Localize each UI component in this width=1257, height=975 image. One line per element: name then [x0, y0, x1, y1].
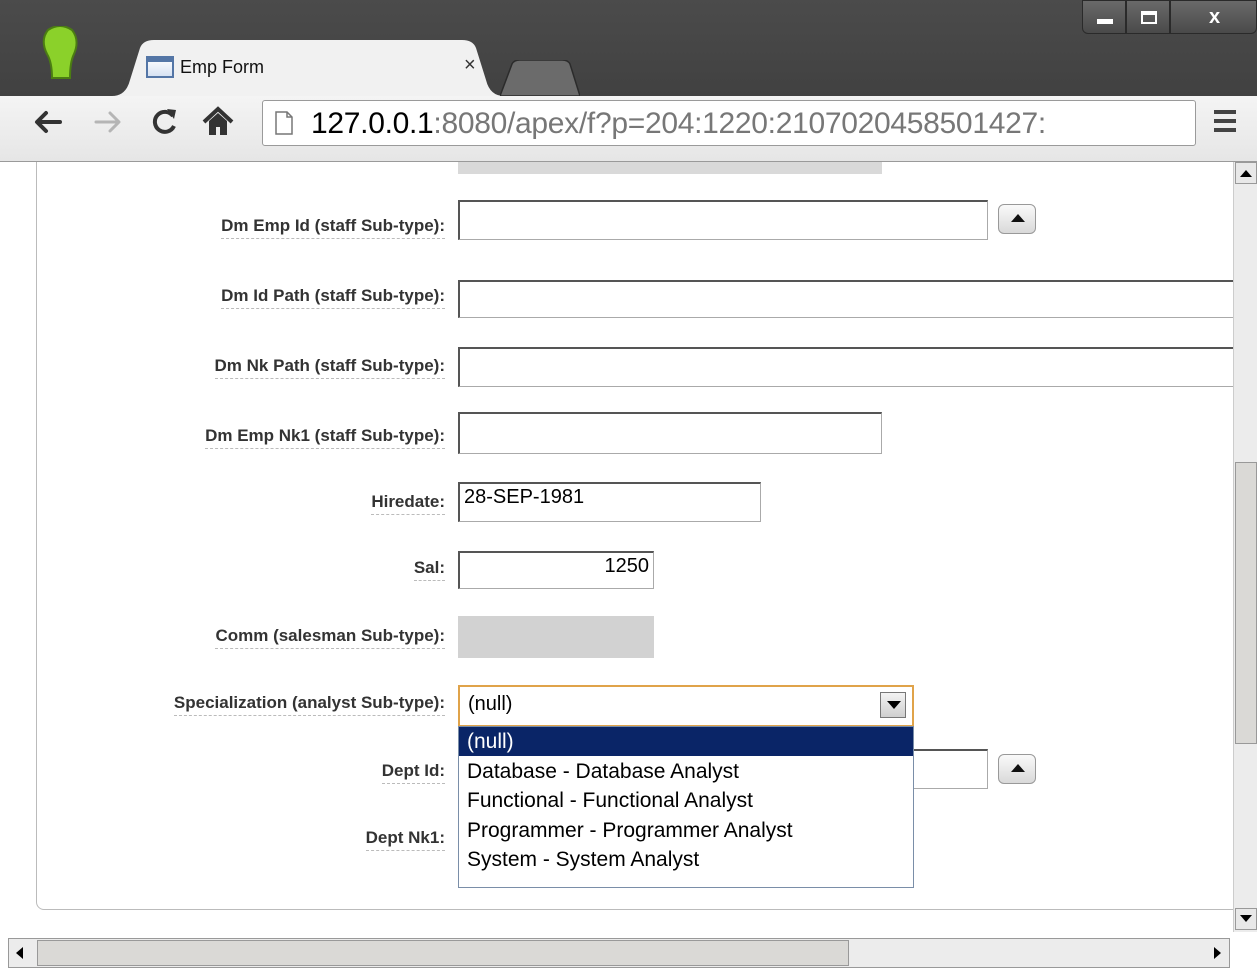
dropdown-option[interactable]: Functional - Functional Analyst	[459, 786, 913, 815]
cut-off-field	[458, 162, 882, 174]
minimize-button[interactable]	[1082, 0, 1126, 34]
scroll-down-button[interactable]	[1235, 908, 1257, 930]
close-window-button[interactable]: x	[1170, 0, 1257, 34]
scroll-left-button[interactable]	[10, 942, 30, 964]
scroll-up-icon	[1240, 170, 1252, 177]
menu-icon[interactable]	[1210, 108, 1240, 136]
page-viewport: Dm Emp Id (staff Sub-type): Dm Id Path (…	[0, 162, 1233, 932]
comm-input	[458, 616, 654, 658]
horizontal-scroll-thumb[interactable]	[37, 940, 849, 966]
dm-emp-id-label: Dm Emp Id (staff Sub-type):	[221, 216, 445, 239]
dropdown-option[interactable]: System - System Analyst	[459, 845, 913, 874]
specialization-dropdown-list: (null) Database - Database Analyst Funct…	[458, 726, 914, 888]
minimize-icon	[1097, 19, 1113, 24]
tab-title: Emp Form	[180, 57, 265, 77]
hiredate-input[interactable]: 28-SEP-1981	[458, 482, 761, 522]
url-text: 127.0.0.1:8080/apex/f?p=204:1220:2107020…	[311, 107, 1046, 141]
browser-toolbar: 127.0.0.1:8080/apex/f?p=204:1220:2107020…	[0, 96, 1257, 162]
chevron-down-icon[interactable]	[880, 692, 906, 718]
vertical-scrollbar[interactable]	[1233, 162, 1257, 932]
dm-emp-nk1-label: Dm Emp Nk1 (staff Sub-type):	[205, 426, 445, 449]
page-icon	[275, 111, 293, 135]
address-bar[interactable]: 127.0.0.1:8080/apex/f?p=204:1220:2107020…	[262, 100, 1196, 146]
window-favicon-icon	[146, 56, 174, 78]
popup-arrow-icon	[1011, 764, 1025, 772]
scroll-right-button[interactable]	[1207, 942, 1227, 964]
home-icon[interactable]	[200, 104, 236, 140]
specialization-label: Specialization (analyst Sub-type):	[173, 693, 445, 716]
dropdown-option[interactable]: (null)	[459, 727, 913, 756]
tab-close-icon[interactable]: ×	[464, 54, 476, 77]
horizontal-scroll-track[interactable]	[8, 938, 1230, 968]
dm-id-path-input[interactable]	[458, 280, 1233, 318]
scroll-right-icon	[1214, 947, 1221, 959]
new-tab-button[interactable]	[500, 60, 580, 96]
vertical-scroll-thumb[interactable]	[1235, 462, 1257, 744]
dm-emp-id-lov-button[interactable]	[998, 204, 1036, 234]
dept-id-label: Dept Id:	[381, 761, 445, 784]
close-icon: x	[1209, 6, 1221, 28]
scroll-left-icon	[16, 947, 23, 959]
sal-input[interactable]: 1250	[458, 551, 654, 589]
dept-nk1-label: Dept Nk1:	[365, 828, 445, 851]
popup-arrow-icon	[1011, 214, 1025, 222]
tab-emp-form[interactable]: Emp Form ×	[112, 40, 504, 96]
forward-icon[interactable]	[90, 104, 126, 140]
scroll-down-icon	[1240, 915, 1252, 922]
hiredate-label: Hiredate:	[371, 492, 445, 515]
horizontal-scrollbar[interactable]	[0, 932, 1233, 975]
window-controls: x	[1082, 0, 1257, 36]
dm-nk-path-input[interactable]	[458, 347, 1233, 387]
dm-id-path-label: Dm Id Path (staff Sub-type):	[221, 286, 445, 309]
dm-emp-nk1-input[interactable]	[458, 412, 882, 454]
url-path: :8080/apex/f?p=204:1220:2107020458501427…	[433, 107, 1046, 140]
scrollbar-corner	[1233, 932, 1257, 975]
dropdown-option[interactable]: Programmer - Programmer Analyst	[459, 816, 913, 845]
back-icon[interactable]	[30, 104, 66, 140]
scroll-up-button[interactable]	[1235, 162, 1257, 184]
dm-nk-path-label: Dm Nk Path (staff Sub-type):	[214, 356, 445, 379]
specialization-select[interactable]: (null)	[458, 685, 914, 727]
browser-chrome: Emp Form × x 127.0.0.1:8080/apex/f?p=204…	[0, 0, 1257, 162]
reload-icon[interactable]	[146, 104, 182, 140]
dm-emp-id-input[interactable]	[458, 200, 988, 240]
comm-label: Comm (salesman Sub-type):	[215, 626, 445, 649]
specialization-selected-value: (null)	[468, 693, 513, 715]
dept-id-lov-button[interactable]	[998, 754, 1036, 784]
maximize-button[interactable]	[1126, 0, 1170, 34]
sal-label: Sal:	[413, 558, 445, 581]
url-host: 127.0.0.1	[311, 107, 434, 140]
profile-icon[interactable]	[38, 26, 82, 82]
maximize-icon	[1141, 11, 1157, 24]
dropdown-option[interactable]: Database - Database Analyst	[459, 757, 913, 786]
